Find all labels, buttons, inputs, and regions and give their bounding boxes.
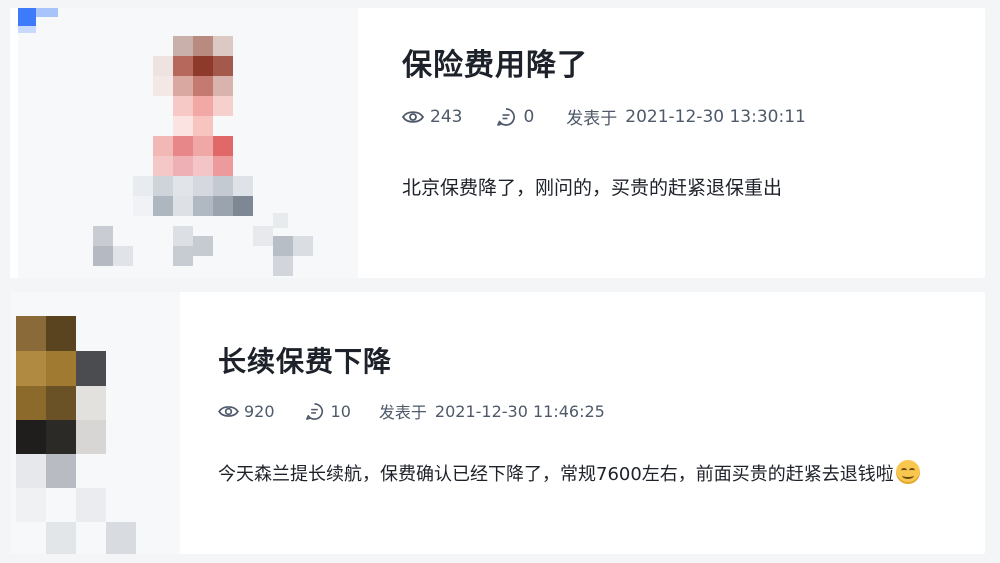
eye-icon [218,405,239,417]
post-card-1[interactable]: 保险费用降了 243 0 发表于 2021-12-30 13:30:11 北京保… [10,8,985,278]
view-count-value: 243 [430,106,463,127]
comment-count[interactable]: 0 [496,107,534,127]
post-excerpt[interactable]: 今天森兰提长续航，保费确认已经下降了，常规7600左右，前面买贵的赶紧去退钱啦 [218,460,920,486]
post-thumbnail-1[interactable] [18,8,358,278]
post-card-2[interactable]: 长续保费下降 920 10 发表于 2021-12-30 11:46:25 今天… [10,292,985,554]
comment-icon [497,107,516,126]
posted-time: 2021-12-30 11:46:25 [434,401,605,421]
corner-accent [18,8,58,33]
smile-emoji-icon [895,460,920,484]
post-excerpt[interactable]: 北京保费降了，刚问的，买贵的赶紧退保重出 [402,173,782,200]
view-count-value: 920 [244,401,275,421]
posted-label: 发表于 [378,403,427,422]
posted-label: 发表于 [566,109,618,129]
post-title[interactable]: 长续保费下降 [218,340,392,380]
post-thumbnail-2[interactable] [10,292,180,554]
post-meta: 920 10 发表于 2021-12-30 11:46:25 [218,399,605,423]
view-count: 243 [402,107,462,127]
eye-icon [402,110,424,123]
view-count: 920 [218,402,275,421]
comment-count-value: 10 [330,401,351,421]
comment-count[interactable]: 10 [305,402,351,421]
comment-count-value: 0 [523,106,535,127]
posted-time: 2021-12-30 13:30:11 [625,106,806,127]
post-title[interactable]: 保险费用降了 [402,40,588,84]
post-excerpt-text: 今天森兰提长续航，保费确认已经下降了，常规7600左右，前面买贵的赶紧去退钱啦 [218,464,894,485]
post-meta: 243 0 发表于 2021-12-30 13:30:11 [402,104,806,129]
comment-icon [305,402,323,420]
